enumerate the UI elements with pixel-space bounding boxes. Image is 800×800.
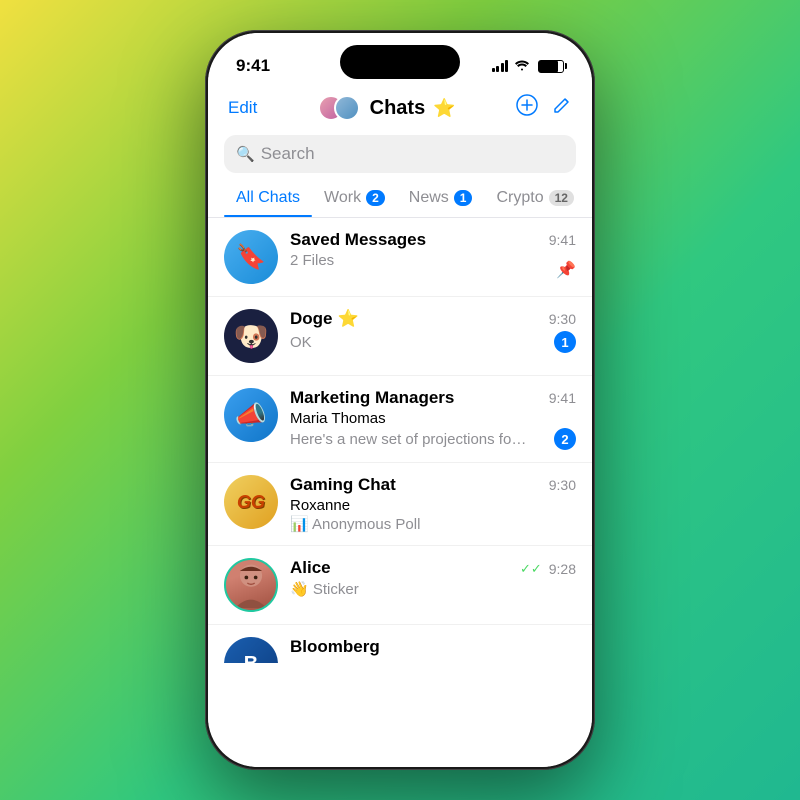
chat-name-marketing: Marketing Managers	[290, 388, 454, 408]
chat-name-bloomberg: Bloomberg	[290, 637, 380, 657]
avatar-saved: 🔖	[224, 230, 278, 284]
star-icon: ⭐	[433, 98, 455, 119]
chat-name-gaming: Gaming Chat	[290, 475, 396, 495]
header-center: Chats ⭐	[318, 93, 456, 123]
tab-friends[interactable]: Frien	[586, 181, 592, 217]
bookmark-icon: 🔖	[236, 243, 266, 272]
status-time: 9:41	[236, 56, 270, 76]
header-avatars	[318, 93, 362, 123]
filter-tabs: All Chats Work 2 News 1 Crypto 12 Frien	[208, 181, 592, 218]
header-title: Chats	[370, 97, 426, 120]
tab-work[interactable]: Work 2	[312, 181, 397, 217]
chat-name-saved: Saved Messages	[290, 230, 426, 250]
header: Edit Chats ⭐	[208, 85, 592, 133]
megaphone-icon: 📣	[235, 400, 267, 431]
chat-content-bloomberg: Bloomberg	[290, 637, 576, 659]
compose-icon[interactable]	[552, 95, 572, 121]
chat-name-alice: Alice	[290, 558, 331, 578]
chat-content-saved: Saved Messages 9:41 2 Files	[290, 230, 576, 269]
chat-list: 🔖 Saved Messages 9:41 2 Files 📌 🐶	[208, 218, 592, 767]
chat-time-alice: 9:28	[549, 561, 576, 577]
alice-photo	[226, 560, 276, 610]
unread-badge-doge: 1	[554, 331, 576, 353]
avatar-bloomberg: B	[224, 637, 278, 663]
chat-preview-gaming: 📊 Anonymous Poll	[290, 515, 420, 533]
chat-content-gaming: Gaming Chat 9:30 Roxanne 📊 Anonymous Pol…	[290, 475, 576, 533]
chat-time-saved: 9:41	[549, 232, 576, 248]
chat-time-doge: 9:30	[549, 311, 576, 327]
new-chat-icon[interactable]	[516, 94, 538, 122]
chat-content-alice: Alice ✓✓ 9:28 👋 Sticker	[290, 558, 576, 598]
chat-preview-alice: 👋 Sticker	[290, 580, 359, 598]
news-badge: 1	[454, 190, 473, 206]
tab-news[interactable]: News 1	[397, 181, 485, 217]
avatar-gaming: GG	[224, 475, 278, 529]
search-icon: 🔍	[236, 145, 255, 163]
double-check-icon: ✓✓	[520, 561, 542, 577]
chat-content-marketing: Marketing Managers 9:41 Maria Thomas Her…	[290, 388, 576, 450]
header-actions	[516, 94, 572, 122]
chat-item-gaming[interactable]: GG Gaming Chat 9:30 Roxanne 📊 Anonymous …	[208, 463, 592, 546]
chat-content-doge: Doge ⭐ 9:30 OK 1	[290, 309, 576, 353]
phone-frame: 9:41	[205, 30, 595, 770]
chat-preview-saved: 2 Files	[290, 252, 334, 269]
chat-item-doge[interactable]: 🐶 Doge ⭐ 9:30 OK 1	[208, 297, 592, 376]
unread-badge-marketing: 2	[554, 428, 576, 450]
chat-preview-marketing: Here's a new set of projections for the.…	[290, 431, 530, 448]
tab-crypto[interactable]: Crypto 12	[484, 181, 585, 217]
avatar-marketing: 📣	[224, 388, 278, 442]
chat-name-doge: Doge ⭐	[290, 309, 359, 329]
chat-item-bloomberg[interactable]: B Bloomberg	[208, 625, 592, 663]
chat-sender-gaming: Roxanne	[290, 497, 350, 514]
signal-bars-icon	[492, 60, 509, 72]
search-bar[interactable]: 🔍 Search	[224, 135, 576, 173]
chat-time-marketing: 9:41	[549, 390, 576, 406]
search-placeholder: Search	[261, 144, 315, 164]
tab-all-chats[interactable]: All Chats	[224, 181, 312, 217]
pin-icon-saved: 📌	[556, 260, 576, 280]
doge-star-icon: ⭐	[338, 309, 359, 329]
avatar-alice	[224, 558, 278, 612]
avatar-doge: 🐶	[224, 309, 278, 363]
wifi-icon	[514, 59, 530, 74]
status-bar: 9:41	[208, 33, 592, 85]
edit-button[interactable]: Edit	[228, 98, 257, 118]
chat-preview-doge: OK	[290, 334, 312, 351]
chat-sender-marketing: Maria Thomas	[290, 410, 386, 427]
chat-item-alice[interactable]: Alice ✓✓ 9:28 👋 Sticker	[208, 546, 592, 625]
chat-item-marketing[interactable]: 📣 Marketing Managers 9:41 Maria Thomas H…	[208, 376, 592, 463]
phone-screen: 9:41	[208, 33, 592, 767]
battery-icon	[538, 60, 564, 73]
dynamic-island	[340, 45, 460, 79]
work-badge: 2	[366, 190, 385, 206]
avatar-2	[334, 95, 360, 121]
status-icons	[492, 59, 565, 74]
chat-item-saved[interactable]: 🔖 Saved Messages 9:41 2 Files 📌	[208, 218, 592, 297]
crypto-badge: 12	[549, 190, 574, 206]
gg-text: GG	[237, 492, 265, 513]
chat-time-gaming: 9:30	[549, 477, 576, 493]
